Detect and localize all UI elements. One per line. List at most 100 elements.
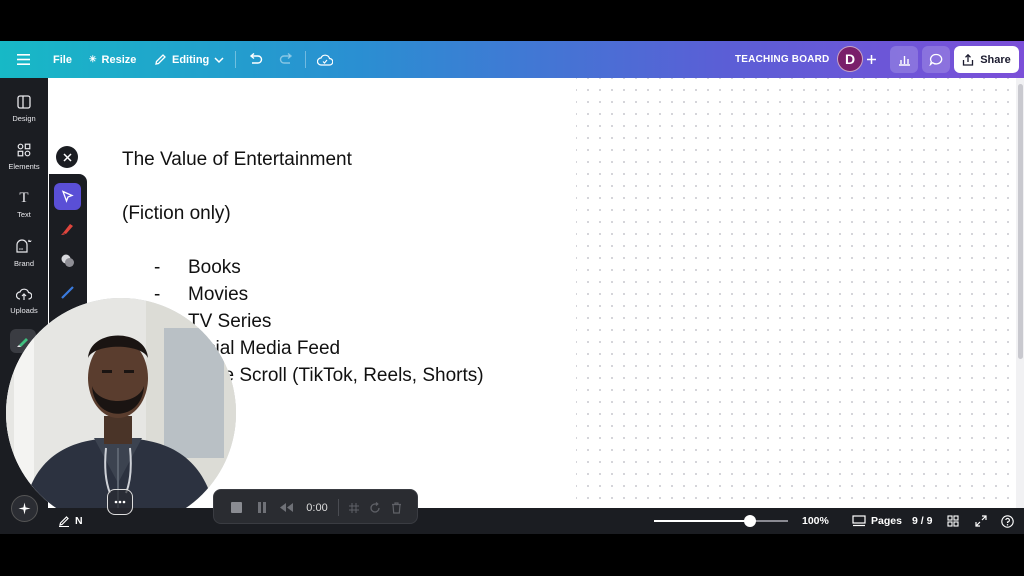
undo-button[interactable] — [248, 41, 263, 78]
recorder-divider — [338, 499, 339, 516]
share-icon — [963, 53, 974, 66]
recording-controls: 0:00 — [213, 489, 418, 524]
pages-icon — [852, 515, 866, 527]
uploads-icon — [16, 288, 32, 300]
share-button[interactable]: Share — [954, 46, 1019, 73]
hamburger-icon — [17, 54, 30, 65]
timer-text: 0:00 — [306, 501, 328, 514]
page-counter[interactable]: 9 / 9 — [912, 508, 932, 534]
eraser-icon — [61, 254, 74, 267]
sidebar-item-label: Uploads — [10, 305, 38, 315]
file-menu-button[interactable]: File — [53, 41, 72, 78]
bullet-dash: - — [154, 257, 161, 278]
draw-toolbar — [49, 174, 87, 324]
zoom-level-button[interactable]: 100% — [802, 508, 829, 534]
page-subtitle[interactable]: (Fiction only) — [122, 203, 231, 225]
toolbar-divider — [235, 51, 236, 68]
elements-icon — [17, 143, 31, 157]
pause-icon — [258, 502, 266, 513]
page-title[interactable]: The Value of Entertainment — [122, 149, 352, 171]
brand-icon: co — [16, 238, 32, 253]
marker-icon — [61, 224, 73, 235]
delete-recording-button[interactable] — [386, 490, 406, 525]
top-toolbar: File ✳ Resize Editing TEACHING BOARD D S… — [0, 41, 1024, 78]
camera-options-button[interactable] — [107, 489, 133, 515]
sidebar-item-elements[interactable]: Elements — [0, 135, 48, 179]
highlighter-tool-button[interactable] — [54, 279, 81, 306]
cloud-save-button[interactable] — [317, 41, 333, 78]
sidebar-item-uploads[interactable]: Uploads — [0, 279, 48, 323]
expand-icon — [975, 515, 987, 527]
cloud-check-icon — [317, 54, 333, 66]
resize-button[interactable]: ✳ Resize — [89, 41, 136, 78]
sidebar-item-text[interactable]: T Text — [0, 183, 48, 227]
cursor-icon — [61, 190, 74, 203]
add-collaborator-button[interactable] — [866, 41, 877, 78]
scrollbar-thumb[interactable] — [1018, 84, 1023, 359]
list-item[interactable]: ite Scroll (TikTok, Reels, Shorts) — [214, 365, 484, 387]
comments-button[interactable] — [922, 46, 950, 73]
redo-button[interactable] — [279, 41, 294, 78]
eraser-tool-button[interactable] — [54, 247, 81, 274]
line-icon — [61, 286, 74, 299]
sidebar-item-label: Elements — [8, 162, 40, 171]
sparkle-icon: ✳ — [89, 54, 97, 64]
zoom-slider-handle[interactable] — [744, 515, 757, 527]
page-count: 9 / 9 — [912, 515, 933, 527]
zoom-slider-fill — [654, 520, 751, 522]
help-icon — [1001, 514, 1014, 528]
editing-mode-button[interactable]: Editing — [154, 41, 224, 78]
board-name-label: TEACHING BOARD — [735, 54, 830, 65]
notes-label: N — [75, 515, 83, 527]
close-draw-button[interactable] — [56, 146, 78, 168]
restart-button[interactable] — [365, 490, 385, 525]
sidebar-item-design[interactable]: Design — [0, 87, 48, 131]
list-item[interactable]: Movies — [188, 284, 248, 306]
menu-button[interactable] — [17, 41, 30, 78]
comment-icon — [929, 53, 943, 66]
grid-view-button[interactable] — [947, 508, 959, 534]
pages-button[interactable]: Pages — [852, 508, 902, 534]
rewind-button[interactable] — [276, 490, 296, 525]
more-dots-icon — [114, 500, 126, 504]
recording-timer: 0:00 — [302, 490, 332, 525]
sidebar-item-label: Text — [17, 210, 31, 219]
restart-icon — [370, 501, 380, 513]
insights-button[interactable] — [890, 46, 918, 73]
pencil-icon — [155, 54, 166, 65]
redo-icon — [279, 53, 293, 64]
resize-label: Resize — [101, 53, 137, 66]
help-button[interactable] — [1001, 508, 1014, 534]
toolbar-divider — [305, 51, 306, 68]
avatar[interactable]: D — [837, 46, 863, 72]
notes-icon — [59, 516, 69, 527]
grid-icon — [947, 515, 959, 527]
list-item[interactable]: Books — [188, 257, 241, 279]
layout-icon — [349, 502, 359, 513]
sparkle-icon — [18, 502, 31, 515]
fullscreen-button[interactable] — [975, 508, 987, 534]
bottom-status-bar: N 100% Pages 9 / 9 — [0, 508, 1024, 534]
undo-icon — [249, 53, 263, 64]
pen-tool-button[interactable] — [54, 215, 81, 242]
sidebar-item-brand[interactable]: co Brand — [0, 231, 48, 275]
plus-icon — [867, 55, 876, 64]
trash-icon — [391, 501, 401, 514]
rewind-icon — [279, 503, 293, 512]
design-icon — [17, 95, 31, 109]
magic-button[interactable] — [11, 495, 38, 522]
pause-button[interactable] — [252, 490, 272, 525]
stop-icon — [230, 502, 242, 513]
sidebar-item-label: Design — [12, 114, 36, 123]
app-frame: File ✳ Resize Editing TEACHING BOARD D S… — [0, 0, 1024, 576]
pages-label: Pages — [871, 515, 902, 527]
layout-button[interactable] — [344, 490, 364, 525]
svg-text:co: co — [19, 246, 24, 251]
file-menu-label: File — [53, 53, 72, 66]
notes-button[interactable]: N — [58, 508, 83, 534]
list-item[interactable]: cial Media Feed — [206, 338, 340, 360]
stop-button[interactable] — [226, 490, 246, 525]
bar-chart-icon — [898, 55, 910, 66]
select-tool-button[interactable] — [54, 183, 81, 210]
board-name[interactable]: TEACHING BOARD — [735, 41, 829, 78]
